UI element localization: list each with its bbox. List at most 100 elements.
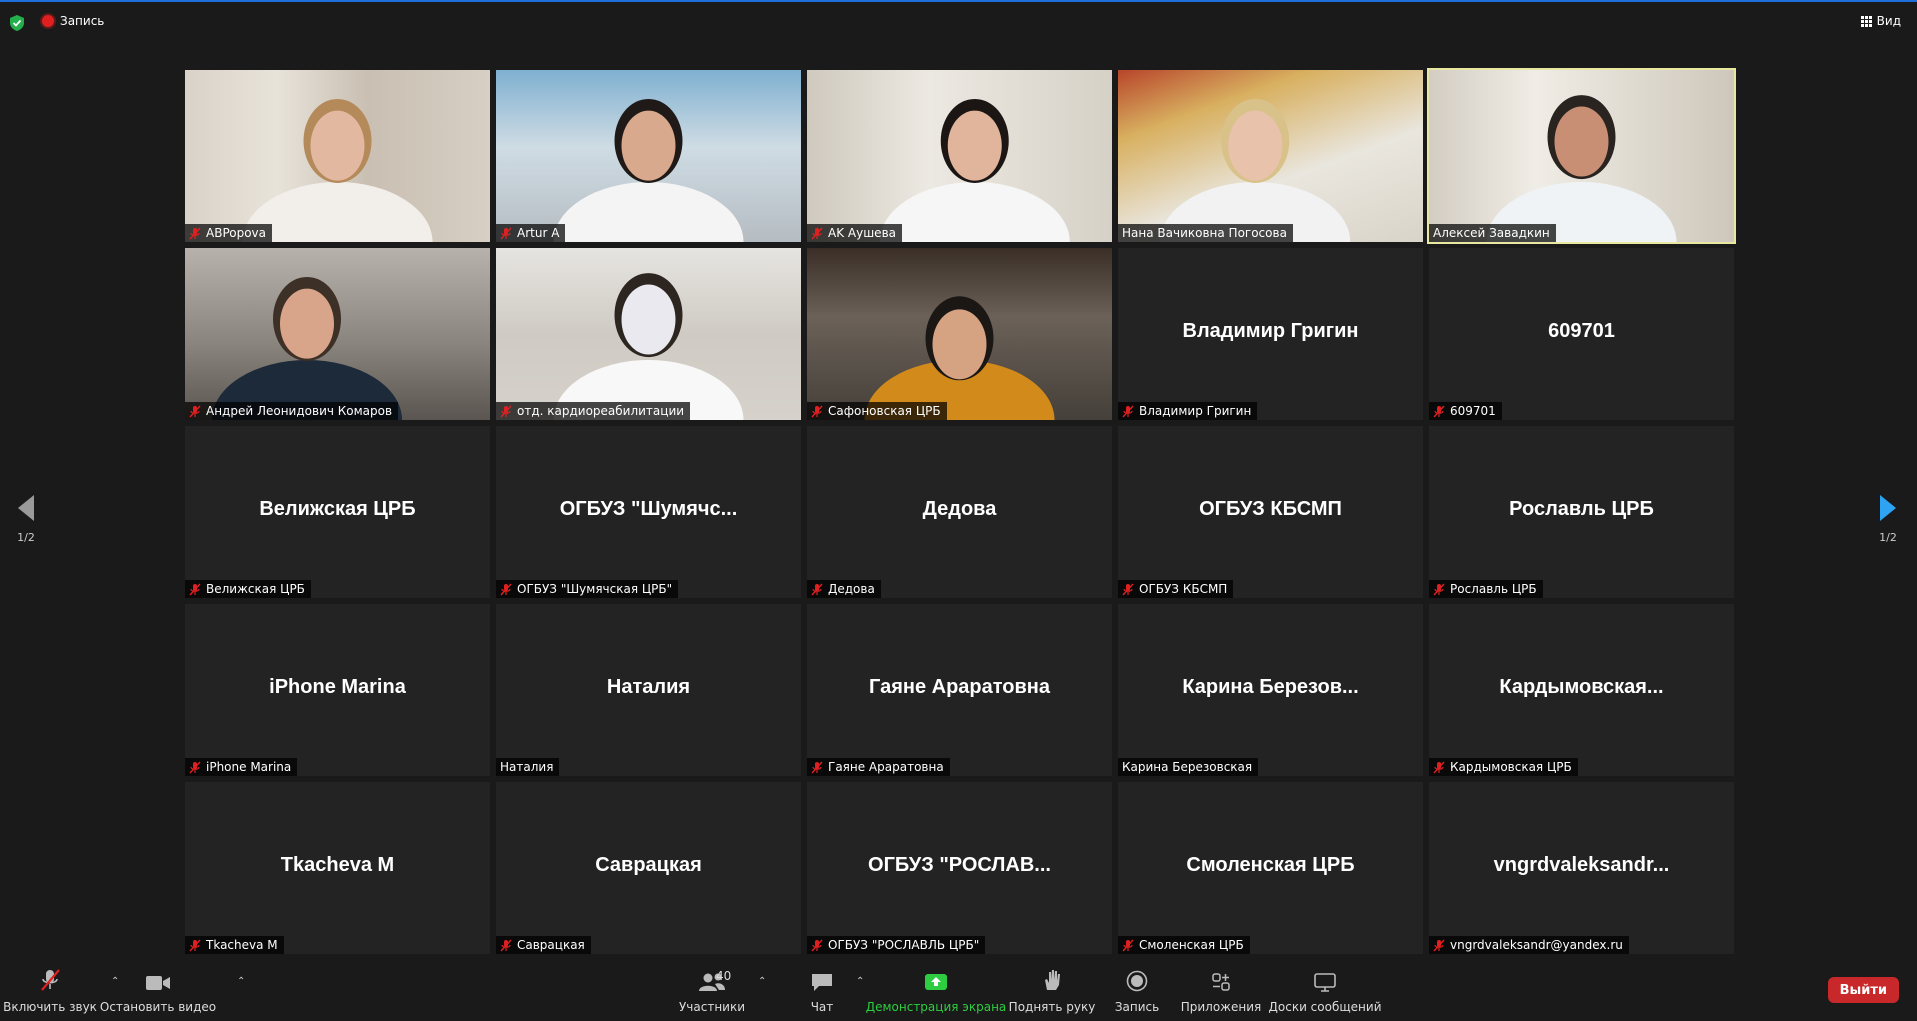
next-page-button[interactable]: 1/2	[1868, 495, 1908, 544]
participant-silhouette	[242, 98, 433, 242]
mic-muted-icon	[1433, 939, 1445, 951]
mic-muted-icon	[189, 583, 201, 595]
page-indicator-right: 1/2	[1879, 531, 1897, 544]
mic-muted-icon	[811, 939, 823, 951]
participants-button[interactable]: 40 ⌃ Участники	[679, 962, 766, 1021]
participant-name-label: Саврацкая	[496, 936, 591, 954]
participant-display-name: Владимир Григин	[1182, 320, 1359, 342]
participant-label-text: ОГБУЗ "РОСЛАВЛЬ ЦРБ"	[828, 938, 980, 952]
participant-label-text: 609701	[1450, 404, 1496, 418]
participant-name-tile[interactable]: Саврацкая Саврацкая	[496, 782, 801, 954]
participant-name-tile[interactable]: Карина Березов... Карина Березовская	[1118, 604, 1423, 776]
participant-display-name: Tkacheva M	[280, 854, 395, 876]
participant-label-text: ABPopova	[206, 226, 267, 240]
recording-indicator[interactable]: Запись	[42, 14, 104, 28]
participant-name-label: Владимир Григин	[1118, 402, 1258, 420]
participant-name-tile[interactable]: iPhone Marina iPhone Marina	[185, 604, 490, 776]
participant-label-text: Андрей Леонидович Комаров	[206, 404, 393, 418]
participant-name-tile[interactable]: Наталия Наталия	[496, 604, 801, 776]
participant-name-label: ОГБУЗ КБСМП	[1118, 580, 1234, 598]
mic-muted-icon	[1122, 583, 1134, 595]
shield-icon[interactable]	[10, 15, 24, 31]
participant-name-label: Карина Березовская	[1118, 758, 1259, 776]
participant-name-tile[interactable]: ОГБУЗ КБСМП ОГБУЗ КБСМП	[1118, 426, 1423, 598]
chat-label: Чат	[810, 1000, 834, 1014]
participant-video-tile[interactable]: Artur A	[496, 70, 801, 242]
participant-video-tile[interactable]: ABPopova	[185, 70, 490, 242]
raise-hand-button[interactable]: Поднять руку	[1008, 962, 1096, 1021]
participant-name-tile[interactable]: Велижская ЦРБ Велижская ЦРБ	[185, 426, 490, 598]
recording-dot-icon	[42, 15, 54, 27]
participant-name-label: Дедова	[807, 580, 881, 598]
participant-label-text: Наталия	[500, 760, 554, 774]
participant-name-tile[interactable]: Владимир Григин Владимир Григин	[1118, 248, 1423, 420]
participant-label-text: Сафоновская ЦРБ	[828, 404, 941, 418]
record-button[interactable]: Запись	[1108, 962, 1166, 1021]
participant-name-tile[interactable]: Рославль ЦРБ Рославль ЦРБ	[1429, 426, 1734, 598]
participant-video-tile[interactable]: Андрей Леонидович Комаров	[185, 248, 490, 420]
apps-button[interactable]: Приложения	[1180, 962, 1262, 1021]
participant-silhouette	[553, 98, 744, 242]
view-label: Вид	[1876, 14, 1901, 28]
participant-name-tile[interactable]: ОГБУЗ "РОСЛАВ... ОГБУЗ "РОСЛАВЛЬ ЦРБ"	[807, 782, 1112, 954]
mic-muted-icon	[1433, 405, 1445, 417]
participant-name-label: Сафоновская ЦРБ	[807, 402, 947, 420]
apps-icon	[1212, 973, 1230, 991]
participant-display-name: Смоленская ЦРБ	[1186, 854, 1355, 876]
participant-label-text: Дедова	[828, 582, 875, 596]
participant-video-tile[interactable]: Сафоновская ЦРБ	[807, 248, 1112, 420]
share-screen-label: Демонстрация экрана	[865, 1000, 1007, 1014]
participant-label-text: отд. кардиореабилитации	[517, 404, 685, 418]
participant-name-tile[interactable]: Гаяне Араратовна Гаяне Араратовна	[807, 604, 1112, 776]
video-options-caret-icon[interactable]: ⌃	[237, 976, 245, 987]
participant-name-tile[interactable]: Tkacheva M Tkacheva M	[185, 782, 490, 954]
participants-caret-icon[interactable]: ⌃	[758, 976, 766, 987]
participant-name-tile[interactable]: Кардымовская... Кардымовская ЦРБ	[1429, 604, 1734, 776]
mic-muted-icon	[500, 405, 512, 417]
prev-page-button[interactable]: 1/2	[6, 495, 46, 544]
participant-video-tile[interactable]: AK Аушева	[807, 70, 1112, 242]
participant-name-tile[interactable]: vngrdvaleksandr... vngrdvaleksandr@yandex…	[1429, 782, 1734, 954]
participant-label-text: Tkacheva M	[206, 938, 278, 952]
arrow-left-icon	[18, 495, 34, 521]
leave-button[interactable]: Выйти	[1827, 977, 1899, 1003]
participant-name-label: iPhone Marina	[185, 758, 298, 776]
participant-display-name: Велижская ЦРБ	[259, 498, 416, 520]
mic-muted-icon	[811, 405, 823, 417]
stop-video-label: Остановить видео	[99, 1000, 217, 1014]
participant-name-label: 609701	[1429, 402, 1502, 420]
participant-name-tile[interactable]: Смоленская ЦРБ Смоленская ЦРБ	[1118, 782, 1423, 954]
participant-silhouette	[212, 276, 402, 420]
view-button[interactable]: Вид	[1860, 14, 1901, 28]
participant-name-tile[interactable]: Дедова Дедова	[807, 426, 1112, 598]
meeting-toolbar: ⌃ Включить звук ⌃ Остановить видео 40 ⌃ …	[0, 962, 1917, 1021]
mic-muted-icon	[500, 583, 512, 595]
participant-name-label: Смоленская ЦРБ	[1118, 936, 1250, 954]
mic-muted-icon	[811, 583, 823, 595]
unmute-label: Включить звук	[3, 1000, 97, 1014]
raise-hand-label: Поднять руку	[1008, 1000, 1096, 1014]
participant-name-tile[interactable]: 609701 609701	[1429, 248, 1734, 420]
whiteboard-icon	[1314, 973, 1336, 992]
stop-video-button[interactable]: ⌃ Остановить видео	[100, 962, 245, 1021]
chat-button[interactable]: ⌃ Чат	[800, 962, 864, 1021]
video-feed	[807, 248, 1112, 420]
participant-label-text: AK Аушева	[828, 226, 896, 240]
participant-name-label: AK Аушева	[807, 224, 902, 242]
whiteboards-button[interactable]: Доски сообщений	[1269, 962, 1382, 1021]
chat-caret-icon[interactable]: ⌃	[856, 976, 864, 987]
mic-muted-icon	[41, 969, 60, 991]
participant-name-label: Tkacheva M	[185, 936, 284, 954]
unmute-button[interactable]: ⌃ Включить звук	[3, 962, 119, 1021]
mic-muted-icon	[500, 939, 512, 951]
participant-video-tile[interactable]: Нана Вачиковна Погосова	[1118, 70, 1423, 242]
share-screen-button[interactable]: Демонстрация экрана	[866, 962, 1006, 1021]
participant-label-text: Саврацкая	[517, 938, 585, 952]
participant-video-tile[interactable]: отд. кардиореабилитации	[496, 248, 801, 420]
participant-name-label: Artur A	[496, 224, 566, 242]
participant-label-text: Рославль ЦРБ	[1450, 582, 1537, 596]
participant-name-label: ABPopova	[185, 224, 273, 242]
participant-video-tile[interactable]: Алексей Завадкин	[1427, 68, 1736, 244]
participant-display-name: Кардымовская...	[1499, 676, 1664, 698]
participant-name-tile[interactable]: ОГБУЗ "Шумячс... ОГБУЗ "Шумячская ЦРБ"	[496, 426, 801, 598]
